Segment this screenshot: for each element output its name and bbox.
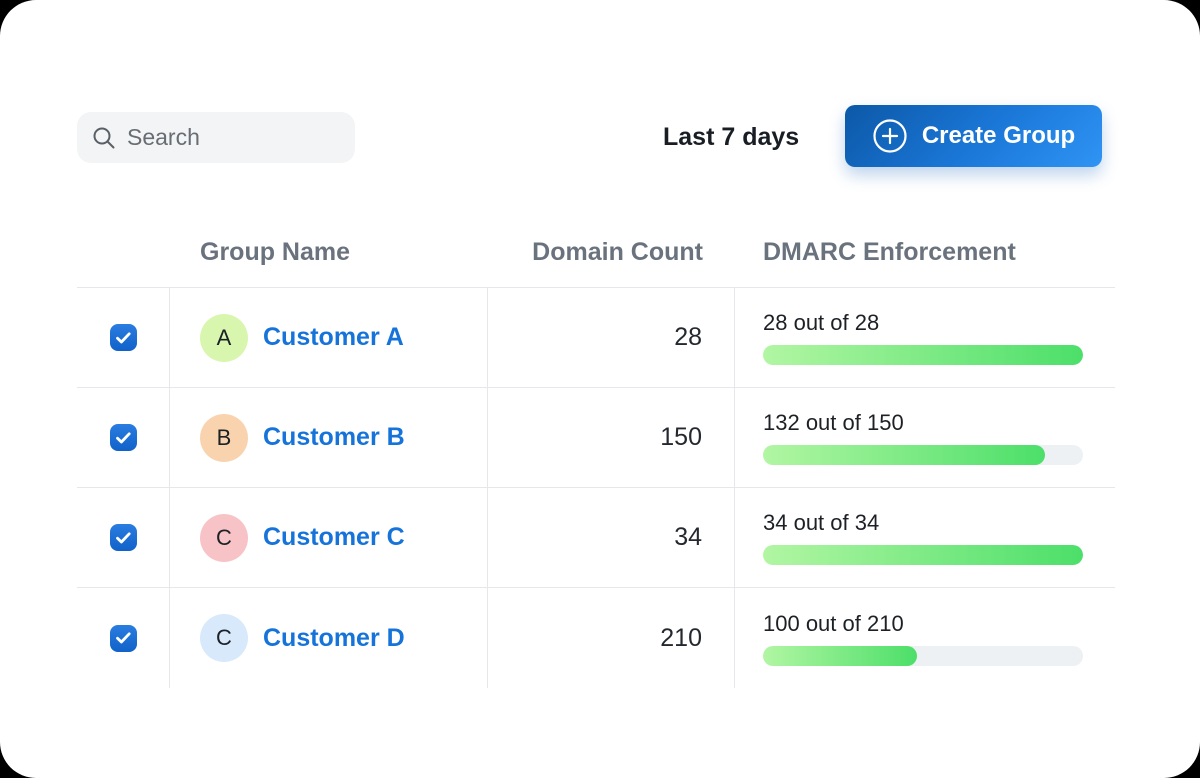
dmarc-progress-bar	[763, 445, 1083, 465]
dmarc-progress-bar	[763, 646, 1083, 666]
search-input[interactable]	[127, 124, 341, 151]
table-body: A Customer A 28 28 out of 28 B Cus	[77, 288, 1115, 688]
row-group-name-cell: C Customer D	[170, 588, 488, 688]
table-row: B Customer B 150 132 out of 150	[77, 388, 1115, 488]
dmarc-progress-bar	[763, 545, 1083, 565]
avatar: C	[200, 514, 248, 562]
domain-count-value: 34	[674, 523, 702, 552]
domain-count-value: 28	[674, 323, 702, 352]
row-checkbox-checked[interactable]	[110, 625, 137, 652]
row-domain-count-cell: 28	[488, 288, 735, 387]
row-group-name-cell: C Customer C	[170, 488, 488, 587]
row-checkbox-cell	[77, 288, 170, 387]
create-group-label: Create Group	[922, 122, 1075, 150]
checkmark-icon	[116, 432, 131, 444]
avatar-letter: C	[216, 525, 232, 551]
checkmark-icon	[116, 332, 131, 344]
progress-fill	[763, 345, 1083, 365]
customer-name-link[interactable]: Customer A	[263, 323, 404, 352]
header-dmarc-enforcement: DMARC Enforcement	[735, 238, 1115, 267]
table-row: A Customer A 28 28 out of 28	[77, 288, 1115, 388]
row-domain-count-cell: 34	[488, 488, 735, 587]
header-domain-count: Domain Count	[488, 238, 735, 267]
row-dmarc-cell: 34 out of 34	[735, 488, 1115, 587]
header-group-name: Group Name	[170, 238, 488, 267]
avatar: A	[200, 314, 248, 362]
table-row: C Customer D 210 100 out of 210	[77, 588, 1115, 688]
dmarc-progress-bar	[763, 345, 1083, 365]
checkmark-icon	[116, 632, 131, 644]
table-row: C Customer C 34 34 out of 34	[77, 488, 1115, 588]
row-checkbox-checked[interactable]	[110, 424, 137, 451]
row-checkbox-cell	[77, 388, 170, 487]
avatar: C	[200, 614, 248, 662]
create-group-button[interactable]: Create Group	[845, 105, 1102, 167]
avatar-letter: B	[217, 425, 232, 451]
avatar-letter: A	[217, 325, 232, 351]
row-group-name-cell: A Customer A	[170, 288, 488, 387]
date-range-selector[interactable]: Last 7 days	[663, 112, 799, 163]
avatar: B	[200, 414, 248, 462]
row-checkbox-checked[interactable]	[110, 324, 137, 351]
groups-table: Group Name Domain Count DMARC Enforcemen…	[77, 218, 1115, 688]
dmarc-label: 100 out of 210	[763, 611, 904, 637]
row-dmarc-cell: 132 out of 150	[735, 388, 1115, 487]
row-domain-count-cell: 150	[488, 388, 735, 487]
row-checkbox-cell	[77, 488, 170, 587]
avatar-letter: C	[216, 625, 232, 651]
progress-fill	[763, 646, 917, 666]
search-icon	[91, 125, 117, 151]
domain-count-value: 210	[660, 624, 702, 653]
row-checkbox-checked[interactable]	[110, 524, 137, 551]
customer-name-link[interactable]: Customer C	[263, 523, 405, 552]
row-domain-count-cell: 210	[488, 588, 735, 688]
domain-count-value: 150	[660, 423, 702, 452]
dmarc-label: 28 out of 28	[763, 310, 879, 336]
checkmark-icon	[116, 532, 131, 544]
dmarc-label: 34 out of 34	[763, 510, 879, 536]
customer-name-link[interactable]: Customer D	[263, 624, 405, 653]
row-checkbox-cell	[77, 588, 170, 688]
app-card: Last 7 days Create Group Group Name Doma…	[0, 0, 1200, 778]
row-group-name-cell: B Customer B	[170, 388, 488, 487]
row-dmarc-cell: 100 out of 210	[735, 588, 1115, 688]
row-dmarc-cell: 28 out of 28	[735, 288, 1115, 387]
progress-fill	[763, 545, 1083, 565]
table-header-row: Group Name Domain Count DMARC Enforcemen…	[77, 218, 1115, 288]
search-box[interactable]	[77, 112, 355, 163]
plus-icon	[872, 118, 908, 154]
customer-name-link[interactable]: Customer B	[263, 423, 405, 452]
date-range-label: Last 7 days	[663, 123, 799, 152]
dmarc-label: 132 out of 150	[763, 410, 904, 436]
progress-fill	[763, 445, 1045, 465]
